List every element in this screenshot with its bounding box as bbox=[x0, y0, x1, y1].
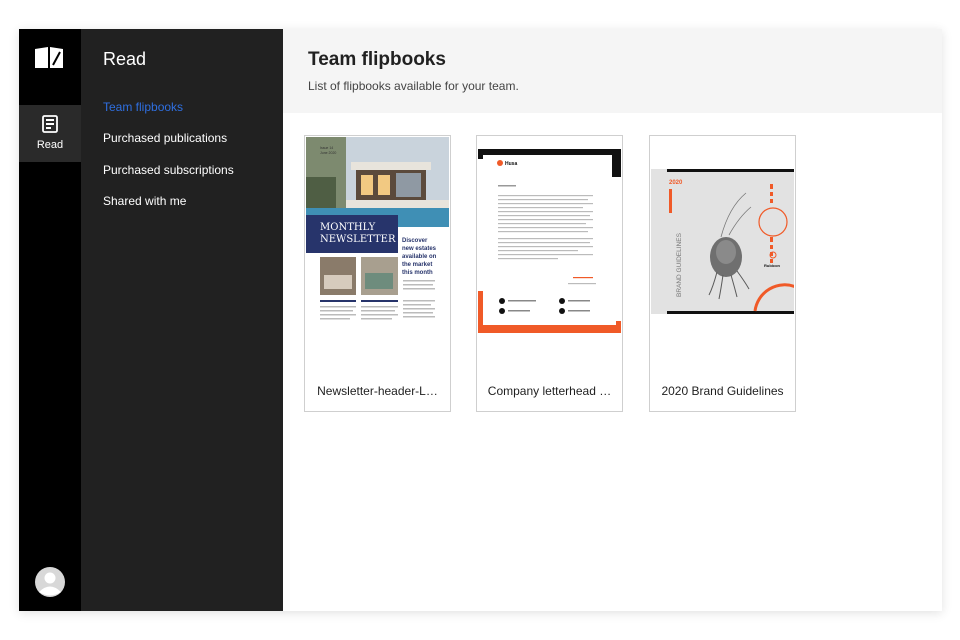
banner-line-2: NEWSLETTER bbox=[320, 234, 396, 245]
flipbook-card-letterhead[interactable]: Husa Company letterhead … bbox=[476, 135, 623, 412]
open-book-logo-icon[interactable] bbox=[34, 46, 64, 70]
banner-line-1: MONTHLY bbox=[320, 222, 376, 233]
teaser-line-3: available on bbox=[402, 254, 437, 260]
issue-number-text: Issue 14 bbox=[320, 146, 333, 150]
sidebar-item-team-flipbooks[interactable]: Team flipbooks bbox=[103, 100, 183, 114]
flipbook-card-brand-guidelines[interactable]: 2020 BRAND GUIDELINES Rubicon 2020 Brand… bbox=[649, 135, 796, 412]
brand-year: 2020 bbox=[669, 180, 683, 186]
issue-date-text: June 2020 bbox=[320, 151, 336, 155]
sidebar-title: Read bbox=[103, 49, 147, 69]
page-title: Team flipbooks bbox=[308, 49, 446, 70]
flipbook-thumbnail: Issue 14 June 2020 MONTHLY NEWSLETTER Di… bbox=[306, 137, 449, 345]
flipbook-card-newsletter[interactable]: Issue 14 June 2020 MONTHLY NEWSLETTER Di… bbox=[304, 135, 451, 412]
app-window: Read Read Team flipbooks Purchased publi… bbox=[19, 29, 942, 611]
flipbook-title: Company letterhead … bbox=[487, 384, 612, 398]
brand-name: Rubicon bbox=[764, 263, 781, 268]
page-subtitle: List of flipbooks available for your tea… bbox=[308, 79, 519, 93]
teaser-line-1: Discover bbox=[402, 238, 428, 244]
page-header: Team flipbooks List of flipbooks availab… bbox=[283, 29, 942, 113]
rail-item-read-label: Read bbox=[36, 139, 64, 151]
letterhead-brand: Husa bbox=[505, 161, 517, 167]
sidebar: Read Team flipbooks Purchased publicatio… bbox=[81, 29, 283, 611]
sidebar-item-purchased-publications[interactable]: Purchased publications bbox=[103, 131, 227, 145]
flipbook-thumbnail: Husa bbox=[478, 137, 621, 345]
sidebar-item-shared-with-me[interactable]: Shared with me bbox=[103, 194, 186, 208]
icon-rail: Read bbox=[19, 29, 81, 611]
teaser-line-2: new estates bbox=[402, 246, 437, 252]
flipbook-thumbnail: 2020 BRAND GUIDELINES Rubicon bbox=[651, 137, 794, 345]
rail-item-read[interactable]: Read bbox=[19, 105, 81, 162]
teaser-line-4: the market bbox=[402, 262, 432, 268]
newsletter-thumbnail-art: Issue 14 June 2020 MONTHLY NEWSLETTER Di… bbox=[306, 137, 449, 345]
document-icon bbox=[42, 115, 58, 133]
user-avatar-icon[interactable] bbox=[35, 567, 65, 597]
flipbook-title: 2020 Brand Guidelines bbox=[661, 384, 784, 398]
teaser-line-5: this month bbox=[402, 270, 433, 276]
flipbook-title: Newsletter-header-L… bbox=[317, 384, 438, 398]
sidebar-item-purchased-subscriptions[interactable]: Purchased subscriptions bbox=[103, 163, 234, 177]
letterhead-thumbnail-art: Husa bbox=[478, 137, 621, 345]
main-content: Team flipbooks List of flipbooks availab… bbox=[283, 29, 942, 611]
brand-vertical-title: BRAND GUIDELINES bbox=[676, 232, 683, 297]
brand-guidelines-thumbnail-art: 2020 BRAND GUIDELINES Rubicon bbox=[651, 137, 794, 345]
